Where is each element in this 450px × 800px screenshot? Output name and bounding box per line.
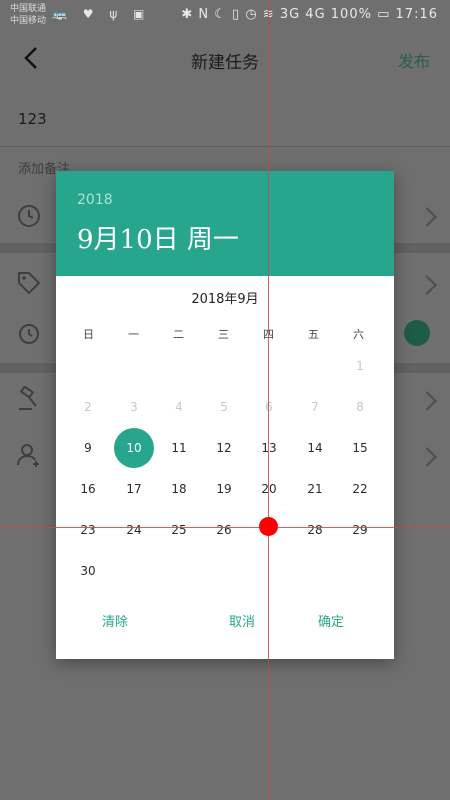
calendar-day-1: 1: [356, 359, 364, 373]
date-picker-dialog: 2018 9月10日 周一 2018年9月 日 一 二 三 四 五 六 1234…: [56, 171, 394, 659]
calendar-day-17[interactable]: 17: [114, 469, 154, 509]
calendar-day-25[interactable]: 25: [159, 510, 199, 550]
weekday-sun: 日: [83, 328, 94, 341]
calendar-day-2: 2: [84, 400, 92, 414]
crosshair-horizontal: [0, 527, 450, 528]
calendar-day-28[interactable]: 28: [295, 510, 335, 550]
calendar-day-13[interactable]: 13: [249, 428, 289, 468]
weekday-tue: 二: [173, 328, 184, 341]
calendar-day-5: 5: [220, 400, 228, 414]
calendar-day-24[interactable]: 24: [114, 510, 154, 550]
weekday-fri: 五: [308, 328, 319, 341]
calendar-day-4: 4: [175, 400, 183, 414]
calendar-day-20[interactable]: 20: [249, 469, 289, 509]
calendar-day-19[interactable]: 19: [204, 469, 244, 509]
selected-year[interactable]: 2018: [77, 192, 113, 208]
calendar-day-29[interactable]: 29: [340, 510, 380, 550]
selected-date[interactable]: 9月10日 周一: [77, 219, 239, 256]
calendar-day-7: 7: [311, 400, 319, 414]
crosshair-vertical: [268, 0, 269, 800]
calendar-day-30[interactable]: 30: [68, 551, 108, 591]
date-picker-header: 2018 9月10日 周一: [56, 171, 394, 276]
weekday-mon: 一: [128, 328, 139, 341]
calendar-day-8: 8: [356, 400, 364, 414]
weekday-sat: 六: [353, 328, 364, 341]
calendar-day-21[interactable]: 21: [295, 469, 335, 509]
click-marker: [259, 517, 278, 536]
calendar-day-14[interactable]: 14: [295, 428, 335, 468]
cancel-button[interactable]: 取消: [229, 611, 255, 630]
weekday-wed: 三: [218, 328, 229, 341]
calendar-day-26[interactable]: 26: [204, 510, 244, 550]
calendar-day-18[interactable]: 18: [159, 469, 199, 509]
confirm-button[interactable]: 确定: [318, 611, 344, 630]
weekday-header: 日 一 二 三 四 五 六: [66, 326, 384, 346]
calendar-day-15[interactable]: 15: [340, 428, 380, 468]
calendar-day-22[interactable]: 22: [340, 469, 380, 509]
calendar-day-6: 6: [249, 387, 289, 427]
calendar-day-12[interactable]: 12: [204, 428, 244, 468]
calendar-day-23[interactable]: 23: [68, 510, 108, 550]
calendar-day-3: 3: [130, 400, 138, 414]
calendar-day-9[interactable]: 9: [68, 428, 108, 468]
calendar-day-10[interactable]: 10: [114, 428, 154, 468]
calendar-day-11[interactable]: 11: [159, 428, 199, 468]
dialog-actions: 清除 取消 确定: [56, 611, 394, 635]
month-label: 2018年9月: [191, 292, 259, 307]
clear-button[interactable]: 清除: [102, 611, 128, 630]
calendar-day-16[interactable]: 16: [68, 469, 108, 509]
